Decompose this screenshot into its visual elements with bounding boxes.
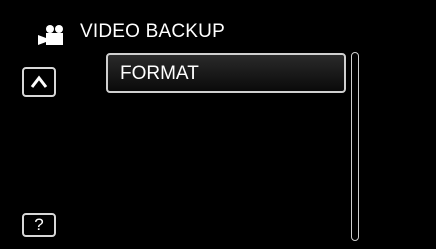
chevron-up-icon (30, 75, 48, 88)
help-label: ? (34, 215, 44, 234)
scrollbar[interactable] (351, 52, 359, 241)
menu-item-label: FORMAT (120, 63, 199, 84)
menu-item-format[interactable]: FORMAT (106, 53, 346, 93)
screen: VIDEO BACKUP FORMAT ? (0, 0, 436, 249)
help-button[interactable]: ? (22, 213, 56, 237)
video-camera-icon (38, 25, 68, 45)
scroll-up-button[interactable] (22, 67, 56, 97)
scrollbar-thumb[interactable] (353, 54, 357, 142)
page-title: VIDEO BACKUP (80, 21, 225, 42)
